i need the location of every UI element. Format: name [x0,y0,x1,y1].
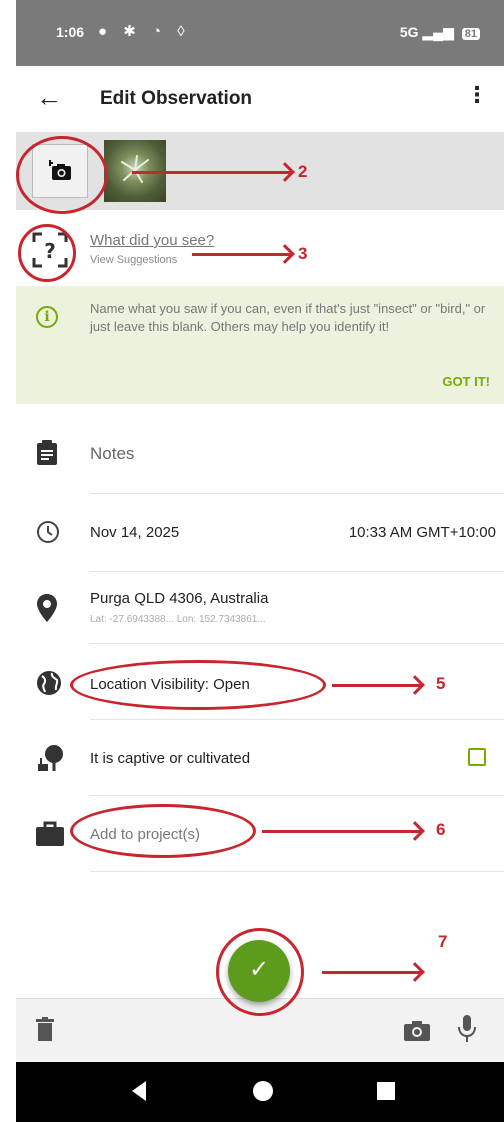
captive-field[interactable]: It is captive or cultivated [16,720,504,796]
arrow-left-icon[interactable]: ← [36,82,62,113]
annotation-circle-7 [216,928,304,1016]
annotation-number-2: 2 [298,162,308,181]
camera-icon[interactable] [404,1021,430,1041]
notes-field[interactable]: Notes [16,418,504,494]
annotation-circle-3 [18,224,76,282]
nav-back-icon[interactable] [130,1080,148,1102]
trash-icon[interactable] [36,1017,54,1041]
clipboard-icon [37,440,57,465]
more-vert-icon[interactable]: ⋮ [466,82,488,108]
got-it-button[interactable]: GOT IT! [442,374,490,389]
nav-home-icon[interactable] [252,1080,274,1102]
status-bar: 1:06 ● ✱ ◔ ◊ 5G ▂▄▆ 81 [16,0,504,66]
location-coords: Lat: -27.6943388... Lon: 152.7343861... [90,614,266,625]
location-field[interactable]: Purga QLD 4306, Australia Lat: -27.69433… [16,572,504,644]
view-suggestions-link[interactable]: View Suggestions [90,254,177,266]
annotation-number-6: 6 [436,820,446,839]
signal-icon: ▂▄▆ [422,24,454,40]
page-title: Edit Observation [100,88,253,109]
app-bar: ← Edit Observation ⋮ [16,66,504,130]
tip-text: Name what you saw if you can, even if th… [90,301,486,334]
species-prompt[interactable]: What did you see? [90,232,214,249]
species-field[interactable]: ? What did you see? View Suggestions [16,210,504,286]
notification-icons: ● ✱ ◔ ◊ [98,23,191,40]
annotation-arrowhead-7 [405,962,425,982]
captive-label: It is captive or cultivated [90,750,251,767]
annotation-number-7: 7 [438,932,448,951]
identification-tip: i Name what you saw if you can, even if … [16,286,504,404]
clock-icon [37,521,59,543]
network-label: 5G [399,24,419,40]
annotation-arrow-6 [262,830,422,833]
divider [90,871,504,872]
battery-level: 81 [461,28,480,40]
annotation-arrow-2 [132,171,292,174]
status-time: 1:06 [56,24,85,40]
annotation-number-3: 3 [298,244,308,263]
globe-icon [37,671,61,695]
captive-checkbox[interactable] [468,748,486,766]
cultivated-plant-icon [38,745,63,771]
nav-recents-icon[interactable] [376,1081,396,1101]
briefcase-icon [36,821,64,846]
status-right: 5G ▂▄▆ 81 [400,24,480,41]
system-nav-bar [16,1062,504,1122]
annotation-number-5: 5 [436,674,446,693]
microphone-icon[interactable] [458,1015,476,1043]
time-value[interactable]: 10:33 AM GMT+10:00 [349,524,496,541]
annotation-circle-5 [70,660,326,710]
phone-screen: 1:06 ● ✱ ◔ ◊ 5G ▂▄▆ 81 ← Edit Observatio… [16,0,504,1122]
annotation-circle-6 [70,804,256,858]
info-icon: i [36,306,58,328]
date-time-field[interactable]: Nov 14, 2025 10:33 AM GMT+10:00 [16,494,504,572]
notes-placeholder: Notes [90,444,135,463]
annotation-circle-2 [16,136,108,214]
location-name: Purga QLD 4306, Australia [90,590,269,607]
location-pin-icon [37,594,57,622]
date-value[interactable]: Nov 14, 2025 [90,524,179,541]
